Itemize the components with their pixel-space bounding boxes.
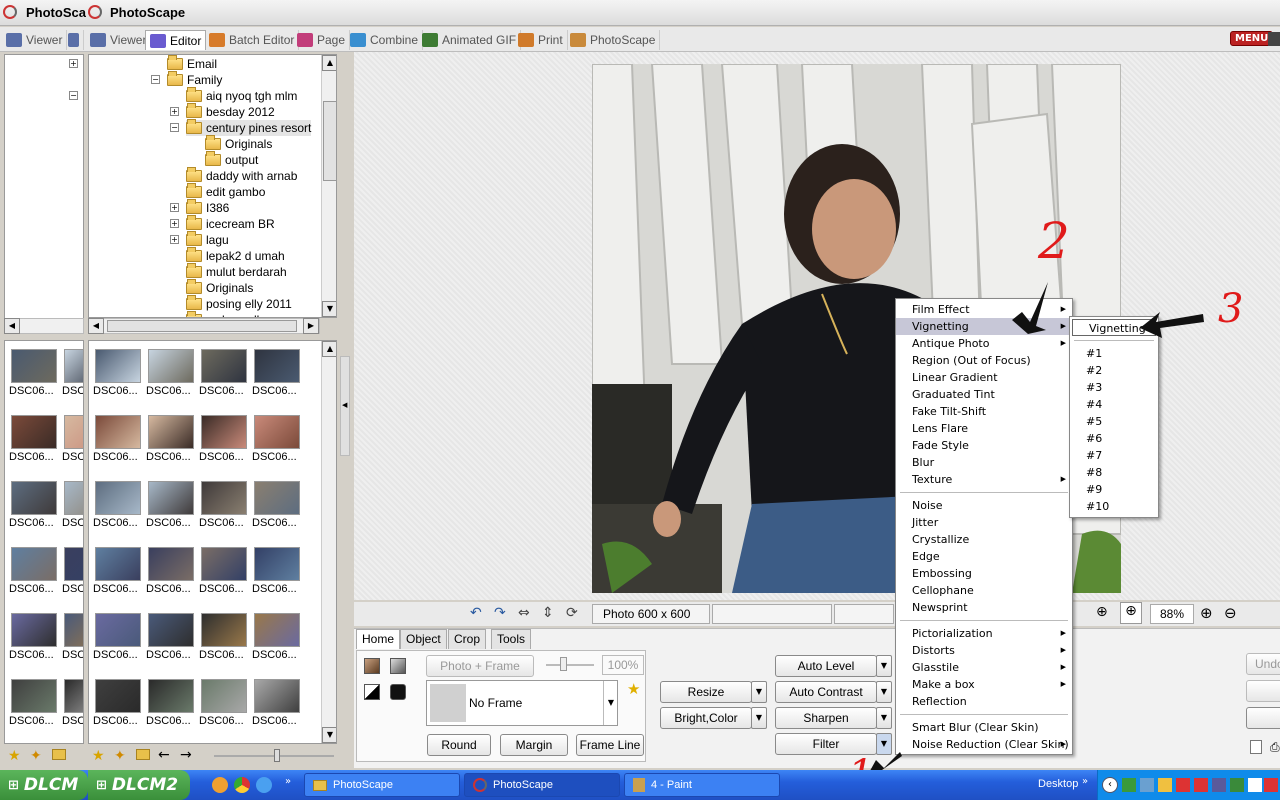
chevron-right-icon[interactable]: » [1082,776,1088,787]
photoscape-logo-icon [473,778,487,792]
tray-app-icon[interactable] [1230,778,1244,792]
taskbar: ⊞ DLCM ⊞ DLCM2 » PhotoScape PhotoScape 4 -… [0,770,1280,800]
taskbar-item-paint[interactable]: 4 - Paint [624,773,780,797]
annotation-arrow-3 [1140,312,1204,338]
taskbar-item-photoscape-2[interactable]: PhotoScape [464,773,620,797]
chevron-right-icon[interactable]: » [285,776,291,787]
annotation-number-2: 2 [1038,212,1070,270]
warning-icon[interactable] [1158,778,1172,792]
network-error-icon[interactable] [1176,778,1190,792]
system-tray: ‹ [1097,770,1280,800]
start-button[interactable]: ⊞ DLCM [0,770,88,800]
windows-logo-icon: ⊞ [8,777,19,793]
quicklaunch-icon[interactable] [212,777,228,793]
bluetooth-icon[interactable] [1248,778,1262,792]
show-hidden-icon[interactable]: ‹ [1102,777,1118,793]
folder-icon [313,779,327,791]
annotation-layer [866,282,1204,778]
desktop-toolbar-label[interactable]: Desktop [1038,778,1078,790]
chrome-icon[interactable] [234,777,250,793]
tray-app-icon[interactable] [1122,778,1136,792]
security-alert-icon[interactable] [1194,778,1208,792]
annotation-number-3: 3 [1218,286,1244,332]
annotation-arrow-2 [1012,282,1048,334]
ie-icon[interactable] [256,777,272,793]
tray-app-icon[interactable] [1264,778,1278,792]
network-icon[interactable] [1140,778,1154,792]
tray-app-icon[interactable] [1212,778,1226,792]
paint-icon [633,778,645,792]
windows-logo-icon: ⊞ [96,777,107,793]
start-button-2[interactable]: ⊞ DLCM2 [88,770,190,800]
taskbar-item-photoscape-1[interactable]: PhotoScape [304,773,460,797]
